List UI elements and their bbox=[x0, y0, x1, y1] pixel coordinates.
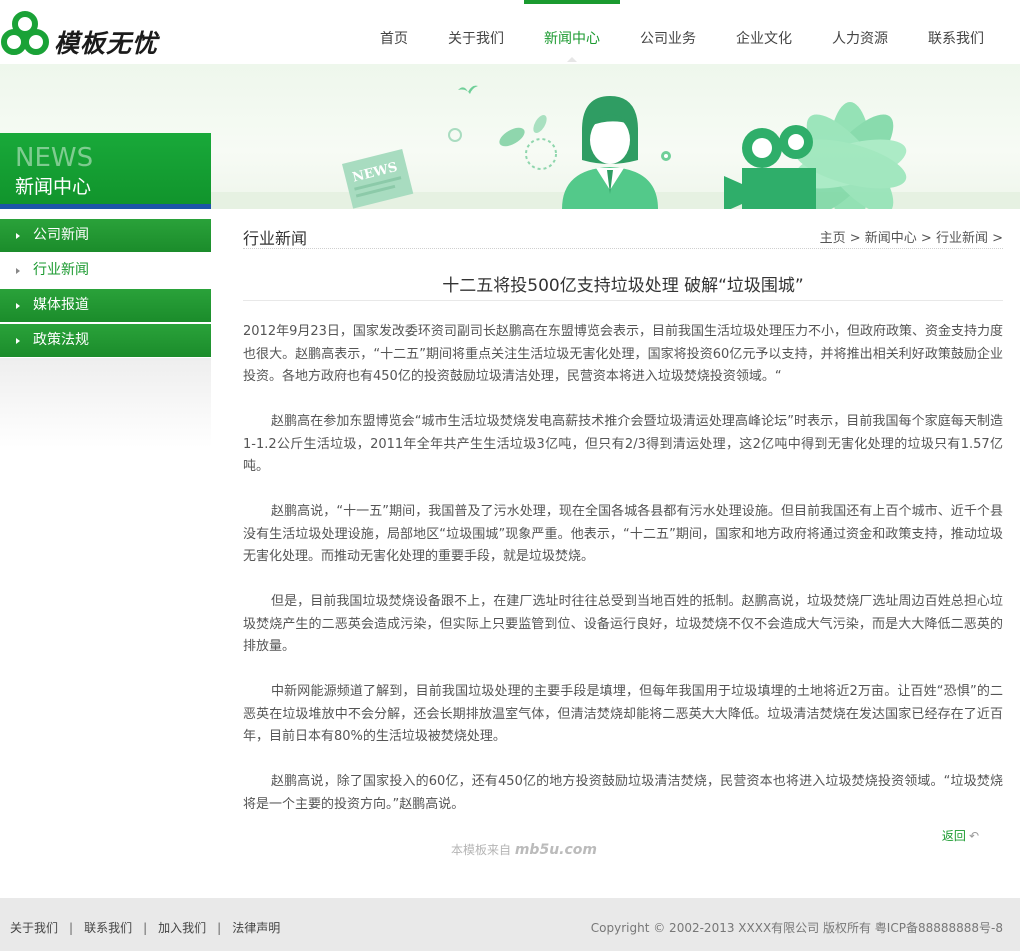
footer-link-about[interactable]: 关于我们 bbox=[10, 921, 58, 935]
sidebar-item-company-news[interactable]: 公司新闻 bbox=[0, 219, 211, 252]
article-paragraph: 赵鹏高说，除了国家投入的60亿，还有450亿的地方投资鼓励垃圾清洁焚烧，民营资本… bbox=[243, 774, 1003, 812]
footer-links: 关于我们 | 联系我们 | 加入我们 | 法律声明 bbox=[10, 919, 280, 936]
article-paragraph: 但是，目前我国垃圾焚烧设备跟不上，在建厂选址时往往总受到当地百姓的抵制。赵鹏高说… bbox=[243, 594, 1003, 654]
sidebar-item-policies[interactable]: 政策法规 bbox=[0, 324, 211, 357]
article-paragraph: 中新网能源频道了解到，目前我国垃圾处理的主要手段是填埋，但每年我国用于垃圾填埋的… bbox=[243, 684, 1003, 744]
caret-right-icon bbox=[16, 303, 20, 309]
nav-business[interactable]: 公司业务 bbox=[620, 0, 716, 64]
watermark-text: 本模板来自 bbox=[451, 843, 512, 857]
divider bbox=[0, 204, 211, 209]
sidebar-item-label: 公司新闻 bbox=[33, 227, 89, 243]
nav-culture[interactable]: 企业文化 bbox=[716, 0, 812, 64]
nav-about[interactable]: 关于我们 bbox=[428, 0, 524, 64]
back-link[interactable]: 返回 ↶ bbox=[942, 827, 979, 844]
sidebar-item-industry-news[interactable]: 行业新闻 bbox=[0, 254, 211, 287]
footer-link-contact[interactable]: 联系我们 bbox=[84, 921, 132, 935]
caret-right-icon bbox=[16, 233, 20, 239]
section-header: 行业新闻 主页 > 新闻中心 > 行业新闻 > bbox=[243, 219, 1003, 249]
main-nav: 首页 关于我们 新闻中心 公司业务 企业文化 人力资源 联系我们 bbox=[360, 0, 1004, 64]
nav-news[interactable]: 新闻中心 bbox=[524, 0, 620, 64]
logo-text: 模板无忧 bbox=[54, 29, 159, 58]
person-illustration bbox=[562, 96, 658, 209]
nav-home[interactable]: 首页 bbox=[360, 0, 428, 64]
article-paragraph: 赵鹏高在参加东盟博览会“城市生活垃圾焚烧发电高薪技术推介会暨垃圾清运处理高峰论坛… bbox=[243, 414, 1003, 474]
footer-separator: | bbox=[143, 921, 148, 935]
section-label-cn: 新闻中心 bbox=[15, 176, 92, 198]
footer-separator: | bbox=[69, 921, 74, 935]
section-label-en: NEWS bbox=[15, 143, 94, 173]
section-title: 行业新闻 bbox=[243, 229, 308, 248]
template-watermark: 本模板来自 mb5u.com bbox=[451, 841, 597, 858]
watermark-logo: mb5u.com bbox=[514, 842, 597, 858]
section-banner-box: NEWS 新闻中心 bbox=[0, 133, 211, 209]
recycle-icon bbox=[448, 128, 462, 142]
caret-right-icon bbox=[16, 338, 20, 344]
banner: NEWS NEWS 新闻中心 bbox=[0, 64, 1020, 209]
breadcrumb-separator: > bbox=[916, 231, 936, 246]
article-body: 2012年9月23日，国家发改委环资司副司长赵鹏高在东盟博览会表示，目前我国生活… bbox=[243, 321, 1003, 816]
nav-contact[interactable]: 联系我们 bbox=[908, 0, 1004, 64]
footer-separator: | bbox=[217, 921, 222, 935]
site-footer: 关于我们 | 联系我们 | 加入我们 | 法律声明 Copyright © 2002-201… bbox=[0, 898, 1020, 951]
article-title: 十二五将投500亿支持垃圾处理 破解“垃圾围城” bbox=[243, 271, 1003, 301]
caret-right-icon bbox=[16, 268, 20, 274]
sidebar-item-media-reports[interactable]: 媒体报道 bbox=[0, 289, 211, 322]
breadcrumb-industry[interactable]: 行业新闻 bbox=[936, 231, 988, 246]
sidebar-item-label: 媒体报道 bbox=[33, 297, 89, 313]
logo[interactable]: 模板无忧 bbox=[0, 10, 190, 58]
breadcrumb-news[interactable]: 新闻中心 bbox=[865, 231, 917, 246]
breadcrumb: 主页 > 新闻中心 > 行业新闻 > bbox=[820, 227, 1003, 246]
article-paragraph: 赵鹏高说，“十一五”期间，我国普及了污水处理，现在全国各城各县都有污水处理设施。… bbox=[243, 504, 1003, 564]
sidebar-shadow bbox=[0, 358, 211, 448]
breadcrumb-separator: > bbox=[987, 231, 1003, 246]
logo-icon bbox=[1, 11, 49, 55]
article-paragraph: 2012年9月23日，国家发改委环资司副司长赵鹏高在东盟博览会表示，目前我国生活… bbox=[243, 324, 1003, 384]
site-header: 模板无忧 首页 关于我们 新闻中心 公司业务 企业文化 人力资源 联系我们 bbox=[0, 0, 1020, 64]
sidebar-item-label: 政策法规 bbox=[33, 332, 89, 348]
bird-icon bbox=[458, 85, 478, 94]
breadcrumb-home[interactable]: 主页 bbox=[820, 231, 846, 246]
copyright: Copyright © 2002-2013 XXXX有限公司 版权所有 粤ICP… bbox=[590, 921, 1003, 935]
main-content: 行业新闻 主页 > 新闻中心 > 行业新闻 > 十二五将投500亿支持垃圾处理 … bbox=[243, 219, 1003, 858]
sidebar-item-label: 行业新闻 bbox=[33, 262, 89, 278]
footer-link-join[interactable]: 加入我们 bbox=[158, 921, 206, 935]
back-label: 返回 bbox=[941, 829, 966, 843]
breadcrumb-separator: > bbox=[845, 231, 865, 246]
sidebar: 公司新闻 行业新闻 媒体报道 政策法规 bbox=[0, 219, 211, 359]
footer-link-legal[interactable]: 法律声明 bbox=[232, 921, 280, 935]
nav-hr[interactable]: 人力资源 bbox=[812, 0, 908, 64]
return-arrow-icon: ↶ bbox=[968, 829, 979, 843]
